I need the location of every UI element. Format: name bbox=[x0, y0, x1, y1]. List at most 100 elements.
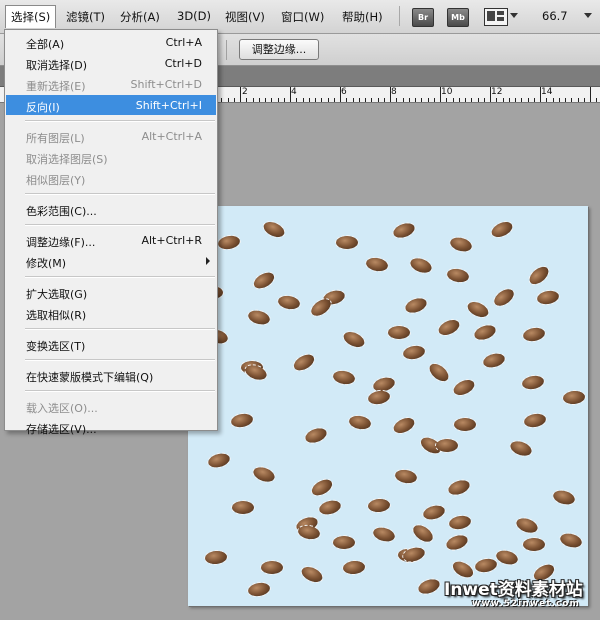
ruler-tick bbox=[396, 98, 397, 102]
menu-item-save-selection[interactable]: 存储选区(V)... bbox=[6, 417, 216, 437]
menu-item-deselect-layers[interactable]: 取消选择图层(S) bbox=[6, 147, 216, 167]
menu-item-reselect[interactable]: 重新选择(E) Shift+Ctrl+D bbox=[6, 74, 216, 94]
ruler-tick bbox=[528, 98, 529, 102]
ruler-tick bbox=[428, 98, 429, 102]
menu-item-similar-layers[interactable]: 相似图层(Y) bbox=[6, 168, 216, 188]
watermelon-seed bbox=[525, 261, 553, 290]
ruler-tick bbox=[465, 98, 466, 102]
ruler-tick bbox=[421, 98, 422, 102]
ruler-tick bbox=[296, 98, 297, 102]
menu-item-quick-mask[interactable]: 在快速蒙版模式下编辑(Q) bbox=[6, 365, 216, 385]
zoom-dropdown-icon[interactable] bbox=[584, 13, 592, 18]
watermelon-seed bbox=[295, 522, 323, 543]
watermelon-seed bbox=[290, 349, 318, 376]
watermelon-seed bbox=[445, 476, 473, 499]
menu-view[interactable]: 视图(V) bbox=[225, 9, 265, 25]
ruler-tick bbox=[271, 98, 272, 102]
ruler-label: 10 bbox=[441, 87, 453, 97]
ruler-label: 4 bbox=[291, 87, 297, 97]
ruler-tick bbox=[240, 87, 241, 102]
watermelon-seed bbox=[513, 514, 541, 537]
watermelon-seed bbox=[534, 287, 562, 308]
watermark-url: www.52inwet.com bbox=[472, 599, 580, 609]
menu-filter[interactable]: 滤镜(T) bbox=[66, 9, 105, 25]
watermelon-seed bbox=[561, 388, 587, 407]
bridge-icon[interactable]: Br bbox=[412, 8, 434, 27]
watermelon-seed bbox=[387, 325, 411, 340]
watermelon-seed bbox=[340, 327, 368, 352]
menu-item-inverse[interactable]: 反向(I) Shift+Ctrl+I bbox=[6, 95, 216, 115]
watermelon-seed bbox=[392, 466, 420, 487]
menu-window[interactable]: 窗口(W) bbox=[281, 9, 324, 25]
watermelon-seed bbox=[298, 562, 326, 587]
ruler-tick bbox=[259, 98, 260, 102]
menu-item-label: 反向(I) bbox=[26, 101, 60, 114]
watermelon-seed bbox=[453, 417, 477, 432]
menu-select[interactable]: 选择(S) bbox=[5, 5, 57, 28]
ruler-tick bbox=[378, 98, 379, 102]
menu-item-shortcut: Shift+Ctrl+D bbox=[130, 78, 202, 91]
ruler-tick bbox=[253, 98, 254, 102]
zoom-level[interactable]: 66.7 bbox=[542, 9, 568, 23]
menu-analysis[interactable]: 分析(A) bbox=[120, 9, 160, 25]
watermelon-seed bbox=[522, 537, 546, 552]
ruler-tick bbox=[384, 98, 385, 102]
ruler-tick bbox=[228, 98, 229, 102]
menu-item-grow[interactable]: 扩大选取(G) bbox=[6, 282, 216, 302]
watermelon-seed bbox=[507, 437, 535, 460]
ruler-tick bbox=[509, 98, 510, 102]
mini-bridge-icon[interactable]: Mb bbox=[447, 8, 469, 27]
watermelon-seed bbox=[245, 306, 273, 329]
watermelon-seed bbox=[390, 413, 418, 438]
ruler-tick bbox=[390, 87, 391, 102]
menu-item-transform-selection[interactable]: 变换选区(T) bbox=[6, 334, 216, 354]
menu-item-label: 全部(A) bbox=[26, 38, 65, 51]
watermelon-seed bbox=[260, 217, 288, 242]
watermelon-seed bbox=[245, 579, 273, 600]
arrange-documents-icon[interactable] bbox=[484, 8, 508, 26]
menu-item-load-selection[interactable]: 载入选区(O)... bbox=[6, 396, 216, 416]
refine-edge-button[interactable]: 调整边缘... bbox=[239, 39, 319, 60]
ruler-tick bbox=[596, 98, 597, 102]
menu-item-similar[interactable]: 选取相似(R) bbox=[6, 303, 216, 323]
menu-item-modify[interactable]: 修改(M) bbox=[6, 251, 216, 271]
watermelon-seed bbox=[480, 349, 508, 372]
watermelon-seed bbox=[390, 219, 418, 242]
ruler-tick bbox=[459, 98, 460, 102]
ruler-tick bbox=[440, 87, 441, 102]
menu-3d[interactable]: 3D(D) bbox=[177, 9, 211, 23]
watermelon-seed bbox=[250, 267, 278, 294]
document-canvas[interactable] bbox=[188, 206, 588, 606]
watermelon-seed bbox=[443, 531, 471, 554]
menu-item-refine-edge[interactable]: 调整边缘(F)... Alt+Ctrl+R bbox=[6, 230, 216, 250]
ruler-tick bbox=[409, 98, 410, 102]
watermelon-seed bbox=[341, 558, 367, 577]
ruler-tick bbox=[503, 98, 504, 102]
watermelon-seed bbox=[550, 486, 578, 509]
watermark-title: Inwet资料素材站 bbox=[444, 580, 583, 600]
watermelon-seed bbox=[335, 235, 359, 250]
watermelon-seed bbox=[231, 500, 255, 515]
ruler-tick bbox=[496, 98, 497, 102]
arrange-dropdown-icon[interactable] bbox=[510, 13, 518, 18]
options-separator bbox=[226, 40, 227, 60]
menu-help[interactable]: 帮助(H) bbox=[342, 9, 383, 25]
watermelon-seed bbox=[435, 438, 459, 453]
menu-item-label: 在快速蒙版模式下编辑(Q) bbox=[26, 371, 154, 384]
watermelon-seed bbox=[402, 294, 430, 317]
ruler-tick bbox=[590, 87, 591, 102]
ruler-tick bbox=[309, 98, 310, 102]
menu-item-shortcut: Alt+Ctrl+R bbox=[141, 234, 202, 247]
menu-item-select-all[interactable]: 全部(A) Ctrl+A bbox=[6, 32, 216, 52]
menu-item-color-range[interactable]: 色彩范围(C)... bbox=[6, 199, 216, 219]
ruler-tick bbox=[221, 98, 222, 102]
menu-item-shortcut: Alt+Ctrl+A bbox=[141, 130, 202, 143]
menu-item-deselect[interactable]: 取消选择(D) Ctrl+D bbox=[6, 53, 216, 73]
ruler-tick bbox=[365, 98, 366, 102]
menu-item-all-layers[interactable]: 所有图层(L) Alt+Ctrl+A bbox=[6, 126, 216, 146]
menu-item-label: 相似图层(Y) bbox=[26, 174, 86, 187]
ruler-label: 14 bbox=[541, 87, 553, 97]
menu-item-label: 所有图层(L) bbox=[26, 132, 85, 145]
menu-separator bbox=[25, 328, 215, 330]
ruler-tick bbox=[521, 98, 522, 102]
